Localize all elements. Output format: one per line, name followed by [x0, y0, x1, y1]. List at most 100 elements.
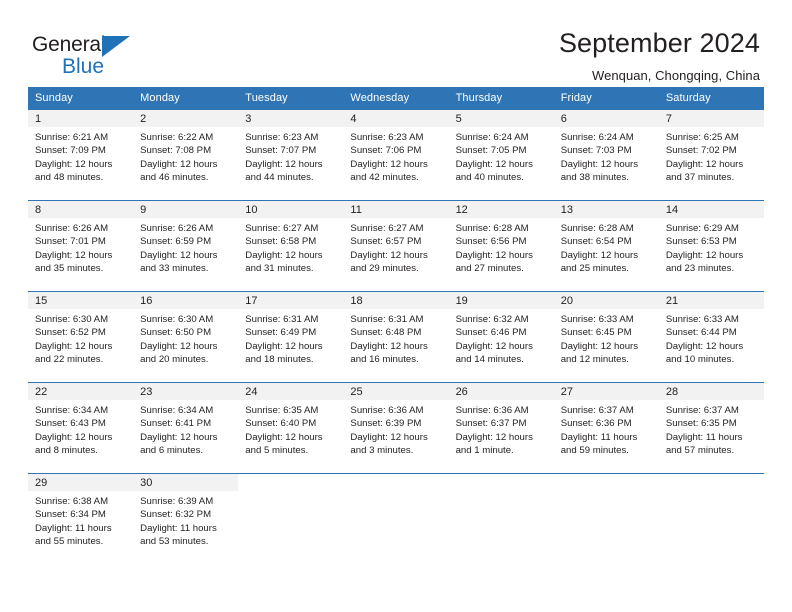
calendar-day-cell[interactable]: 23 Sunrise: 6:34 AM Sunset: 6:41 PM Dayli…: [133, 382, 239, 474]
day-number: 28: [658, 383, 764, 400]
day-sun-info: Sunrise: 6:38 AM Sunset: 6:34 PM Dayligh…: [35, 496, 112, 548]
calendar-day-cell[interactable]: 14 Sunrise: 6:29 AM Sunset: 6:53 PM Dayli…: [658, 200, 764, 292]
calendar-day-cell[interactable]: 1 Sunrise: 6:21 AM Sunset: 7:09 PM Daylig…: [28, 109, 134, 201]
calendar-day-cell[interactable]: 26 Sunrise: 6:36 AM Sunset: 6:37 PM Dayli…: [448, 382, 554, 474]
day-sun-info: Sunrise: 6:39 AM Sunset: 6:32 PM Dayligh…: [140, 496, 217, 548]
day-sun-info: Sunrise: 6:37 AM Sunset: 6:35 PM Dayligh…: [665, 405, 743, 457]
calendar-empty-cell: [658, 473, 764, 564]
day-sun-info: Sunrise: 6:24 AM Sunset: 7:05 PM Dayligh…: [455, 132, 533, 184]
calendar-day-cell[interactable]: 13 Sunrise: 6:28 AM Sunset: 6:54 PM Dayli…: [553, 200, 659, 292]
brand-logo[interactable]: General Blue: [32, 28, 152, 78]
calendar-day-cell[interactable]: 18 Sunrise: 6:31 AM Sunset: 6:48 PM Dayli…: [343, 291, 449, 383]
day-sun-info: Sunrise: 6:24 AM Sunset: 7:03 PM Dayligh…: [560, 132, 639, 184]
calendar-day-cell[interactable]: 15 Sunrise: 6:30 AM Sunset: 6:52 PM Dayli…: [28, 291, 134, 383]
day-number: 27: [553, 383, 659, 400]
day-number: 8: [28, 201, 134, 218]
calendar-day-cell[interactable]: 11 Sunrise: 6:27 AM Sunset: 6:57 PM Dayli…: [343, 200, 449, 292]
calendar-day-cell[interactable]: 16 Sunrise: 6:30 AM Sunset: 6:50 PM Dayli…: [133, 291, 239, 383]
day-sun-info: Sunrise: 6:23 AM Sunset: 7:07 PM Dayligh…: [245, 132, 323, 184]
day-cell-content: [658, 474, 764, 564]
calendar-day-cell[interactable]: 2 Sunrise: 6:22 AM Sunset: 7:08 PM Daylig…: [133, 109, 239, 201]
day-sun-info: Sunrise: 6:21 AM Sunset: 7:09 PM Dayligh…: [35, 132, 113, 184]
day-cell-content: 29 Sunrise: 6:38 AM Sunset: 6:34 PM Dayli…: [28, 474, 134, 564]
weekday-header-thursday: Thursday: [448, 87, 554, 110]
day-number: [448, 474, 554, 491]
day-sun-info: Sunrise: 6:23 AM Sunset: 7:06 PM Dayligh…: [350, 132, 428, 184]
day-number: 4: [343, 110, 449, 127]
day-cell-content: 16 Sunrise: 6:30 AM Sunset: 6:50 PM Dayli…: [133, 292, 239, 382]
calendar-day-cell[interactable]: 25 Sunrise: 6:36 AM Sunset: 6:39 PM Dayli…: [343, 382, 449, 474]
day-number: [658, 474, 764, 491]
calendar-day-cell[interactable]: 6 Sunrise: 6:24 AM Sunset: 7:03 PM Daylig…: [553, 109, 659, 201]
day-number: 14: [658, 201, 764, 218]
day-cell-content: 28 Sunrise: 6:37 AM Sunset: 6:35 PM Dayli…: [658, 383, 764, 473]
day-cell-content: 13 Sunrise: 6:28 AM Sunset: 6:54 PM Dayli…: [553, 201, 659, 291]
calendar-day-cell[interactable]: 28 Sunrise: 6:37 AM Sunset: 6:35 PM Dayli…: [658, 382, 764, 474]
weekday-header-tuesday: Tuesday: [238, 87, 344, 110]
day-sun-info: Sunrise: 6:33 AM Sunset: 6:44 PM Dayligh…: [665, 314, 744, 366]
day-cell-content: 10 Sunrise: 6:27 AM Sunset: 6:58 PM Dayli…: [238, 201, 344, 291]
weekday-header-friday: Friday: [553, 87, 659, 110]
day-number: 29: [28, 474, 134, 491]
day-cell-content: 17 Sunrise: 6:31 AM Sunset: 6:49 PM Dayli…: [238, 292, 344, 382]
calendar-day-cell[interactable]: 3 Sunrise: 6:23 AM Sunset: 7:07 PM Daylig…: [238, 109, 344, 201]
day-sun-info: Sunrise: 6:27 AM Sunset: 6:58 PM Dayligh…: [245, 223, 323, 275]
day-cell-content: 5 Sunrise: 6:24 AM Sunset: 7:05 PM Daylig…: [448, 110, 554, 200]
calendar-day-cell[interactable]: 22 Sunrise: 6:34 AM Sunset: 6:43 PM Dayli…: [28, 382, 134, 474]
calendar-day-cell[interactable]: 30 Sunrise: 6:39 AM Sunset: 6:32 PM Dayli…: [133, 473, 239, 564]
calendar-day-cell[interactable]: 19 Sunrise: 6:32 AM Sunset: 6:46 PM Dayli…: [448, 291, 554, 383]
calendar-body: 1 Sunrise: 6:21 AM Sunset: 7:09 PM Daylig…: [28, 109, 764, 564]
day-cell-content: 3 Sunrise: 6:23 AM Sunset: 7:07 PM Daylig…: [238, 110, 344, 200]
calendar-day-cell[interactable]: 21 Sunrise: 6:33 AM Sunset: 6:44 PM Dayli…: [658, 291, 764, 383]
day-cell-content: 22 Sunrise: 6:34 AM Sunset: 6:43 PM Dayli…: [28, 383, 134, 473]
brand-name-bottom: Blue: [62, 55, 105, 78]
day-cell-content: 8 Sunrise: 6:26 AM Sunset: 7:01 PM Daylig…: [28, 201, 134, 291]
calendar-day-cell[interactable]: 17 Sunrise: 6:31 AM Sunset: 6:49 PM Dayli…: [238, 291, 344, 383]
calendar-day-cell[interactable]: 5 Sunrise: 6:24 AM Sunset: 7:05 PM Daylig…: [448, 109, 554, 201]
day-sun-info: Sunrise: 6:27 AM Sunset: 6:57 PM Dayligh…: [350, 223, 428, 275]
day-number: 16: [133, 292, 239, 309]
day-sun-info: Sunrise: 6:28 AM Sunset: 6:56 PM Dayligh…: [455, 223, 533, 275]
day-cell-content: 18 Sunrise: 6:31 AM Sunset: 6:48 PM Dayli…: [343, 292, 449, 382]
day-cell-content: 15 Sunrise: 6:30 AM Sunset: 6:52 PM Dayli…: [28, 292, 134, 382]
calendar-day-cell[interactable]: 24 Sunrise: 6:35 AM Sunset: 6:40 PM Dayli…: [238, 382, 344, 474]
day-sun-info: [659, 491, 764, 495]
calendar-day-cell[interactable]: 7 Sunrise: 6:25 AM Sunset: 7:02 PM Daylig…: [658, 109, 764, 201]
day-sun-info: [449, 491, 554, 495]
calendar-week-row: 29 Sunrise: 6:38 AM Sunset: 6:34 PM Dayli…: [28, 473, 764, 564]
page-title: September 2024: [558, 28, 760, 58]
day-cell-content: [448, 474, 554, 564]
day-number: 22: [28, 383, 134, 400]
day-sun-info: Sunrise: 6:30 AM Sunset: 6:50 PM Dayligh…: [140, 314, 218, 366]
day-cell-content: 23 Sunrise: 6:34 AM Sunset: 6:41 PM Dayli…: [133, 383, 239, 473]
calendar-week-row: 22 Sunrise: 6:34 AM Sunset: 6:43 PM Dayli…: [28, 382, 764, 474]
calendar-day-cell[interactable]: 12 Sunrise: 6:28 AM Sunset: 6:56 PM Dayli…: [448, 200, 554, 292]
calendar-day-cell[interactable]: 9 Sunrise: 6:26 AM Sunset: 6:59 PM Daylig…: [133, 200, 239, 292]
day-number: 21: [658, 292, 764, 309]
day-number: 12: [448, 201, 554, 218]
day-cell-content: 24 Sunrise: 6:35 AM Sunset: 6:40 PM Dayli…: [238, 383, 344, 473]
weekday-header-monday: Monday: [133, 87, 239, 110]
calendar-day-cell[interactable]: 4 Sunrise: 6:23 AM Sunset: 7:06 PM Daylig…: [343, 109, 449, 201]
day-number: 1: [28, 110, 134, 127]
day-cell-content: 6 Sunrise: 6:24 AM Sunset: 7:03 PM Daylig…: [553, 110, 659, 200]
day-sun-info: Sunrise: 6:34 AM Sunset: 6:41 PM Dayligh…: [140, 405, 218, 457]
calendar-day-cell[interactable]: 20 Sunrise: 6:33 AM Sunset: 6:45 PM Dayli…: [553, 291, 659, 383]
day-sun-info: [238, 491, 343, 495]
day-number: 10: [238, 201, 344, 218]
title-block: September 2024 Wenquan, Chongqing, China: [559, 28, 760, 83]
day-sun-info: [554, 491, 659, 495]
calendar-day-cell[interactable]: 29 Sunrise: 6:38 AM Sunset: 6:34 PM Dayli…: [28, 473, 134, 564]
calendar-day-cell[interactable]: 8 Sunrise: 6:26 AM Sunset: 7:01 PM Daylig…: [28, 200, 134, 292]
day-cell-content: 21 Sunrise: 6:33 AM Sunset: 6:44 PM Dayli…: [658, 292, 764, 382]
page-subtitle: Wenquan, Chongqing, China: [592, 68, 760, 84]
day-cell-content: 19 Sunrise: 6:32 AM Sunset: 6:46 PM Dayli…: [448, 292, 554, 382]
day-number: 2: [133, 110, 239, 127]
weekday-header-wednesday: Wednesday: [343, 87, 449, 110]
calendar-day-cell[interactable]: 10 Sunrise: 6:27 AM Sunset: 6:58 PM Dayli…: [238, 200, 344, 292]
day-cell-content: 27 Sunrise: 6:37 AM Sunset: 6:36 PM Dayli…: [553, 383, 659, 473]
calendar-day-cell[interactable]: 27 Sunrise: 6:37 AM Sunset: 6:36 PM Dayli…: [553, 382, 659, 474]
day-number: 13: [553, 201, 659, 218]
day-number: 9: [133, 201, 239, 218]
day-cell-content: 4 Sunrise: 6:23 AM Sunset: 7:06 PM Daylig…: [343, 110, 449, 200]
